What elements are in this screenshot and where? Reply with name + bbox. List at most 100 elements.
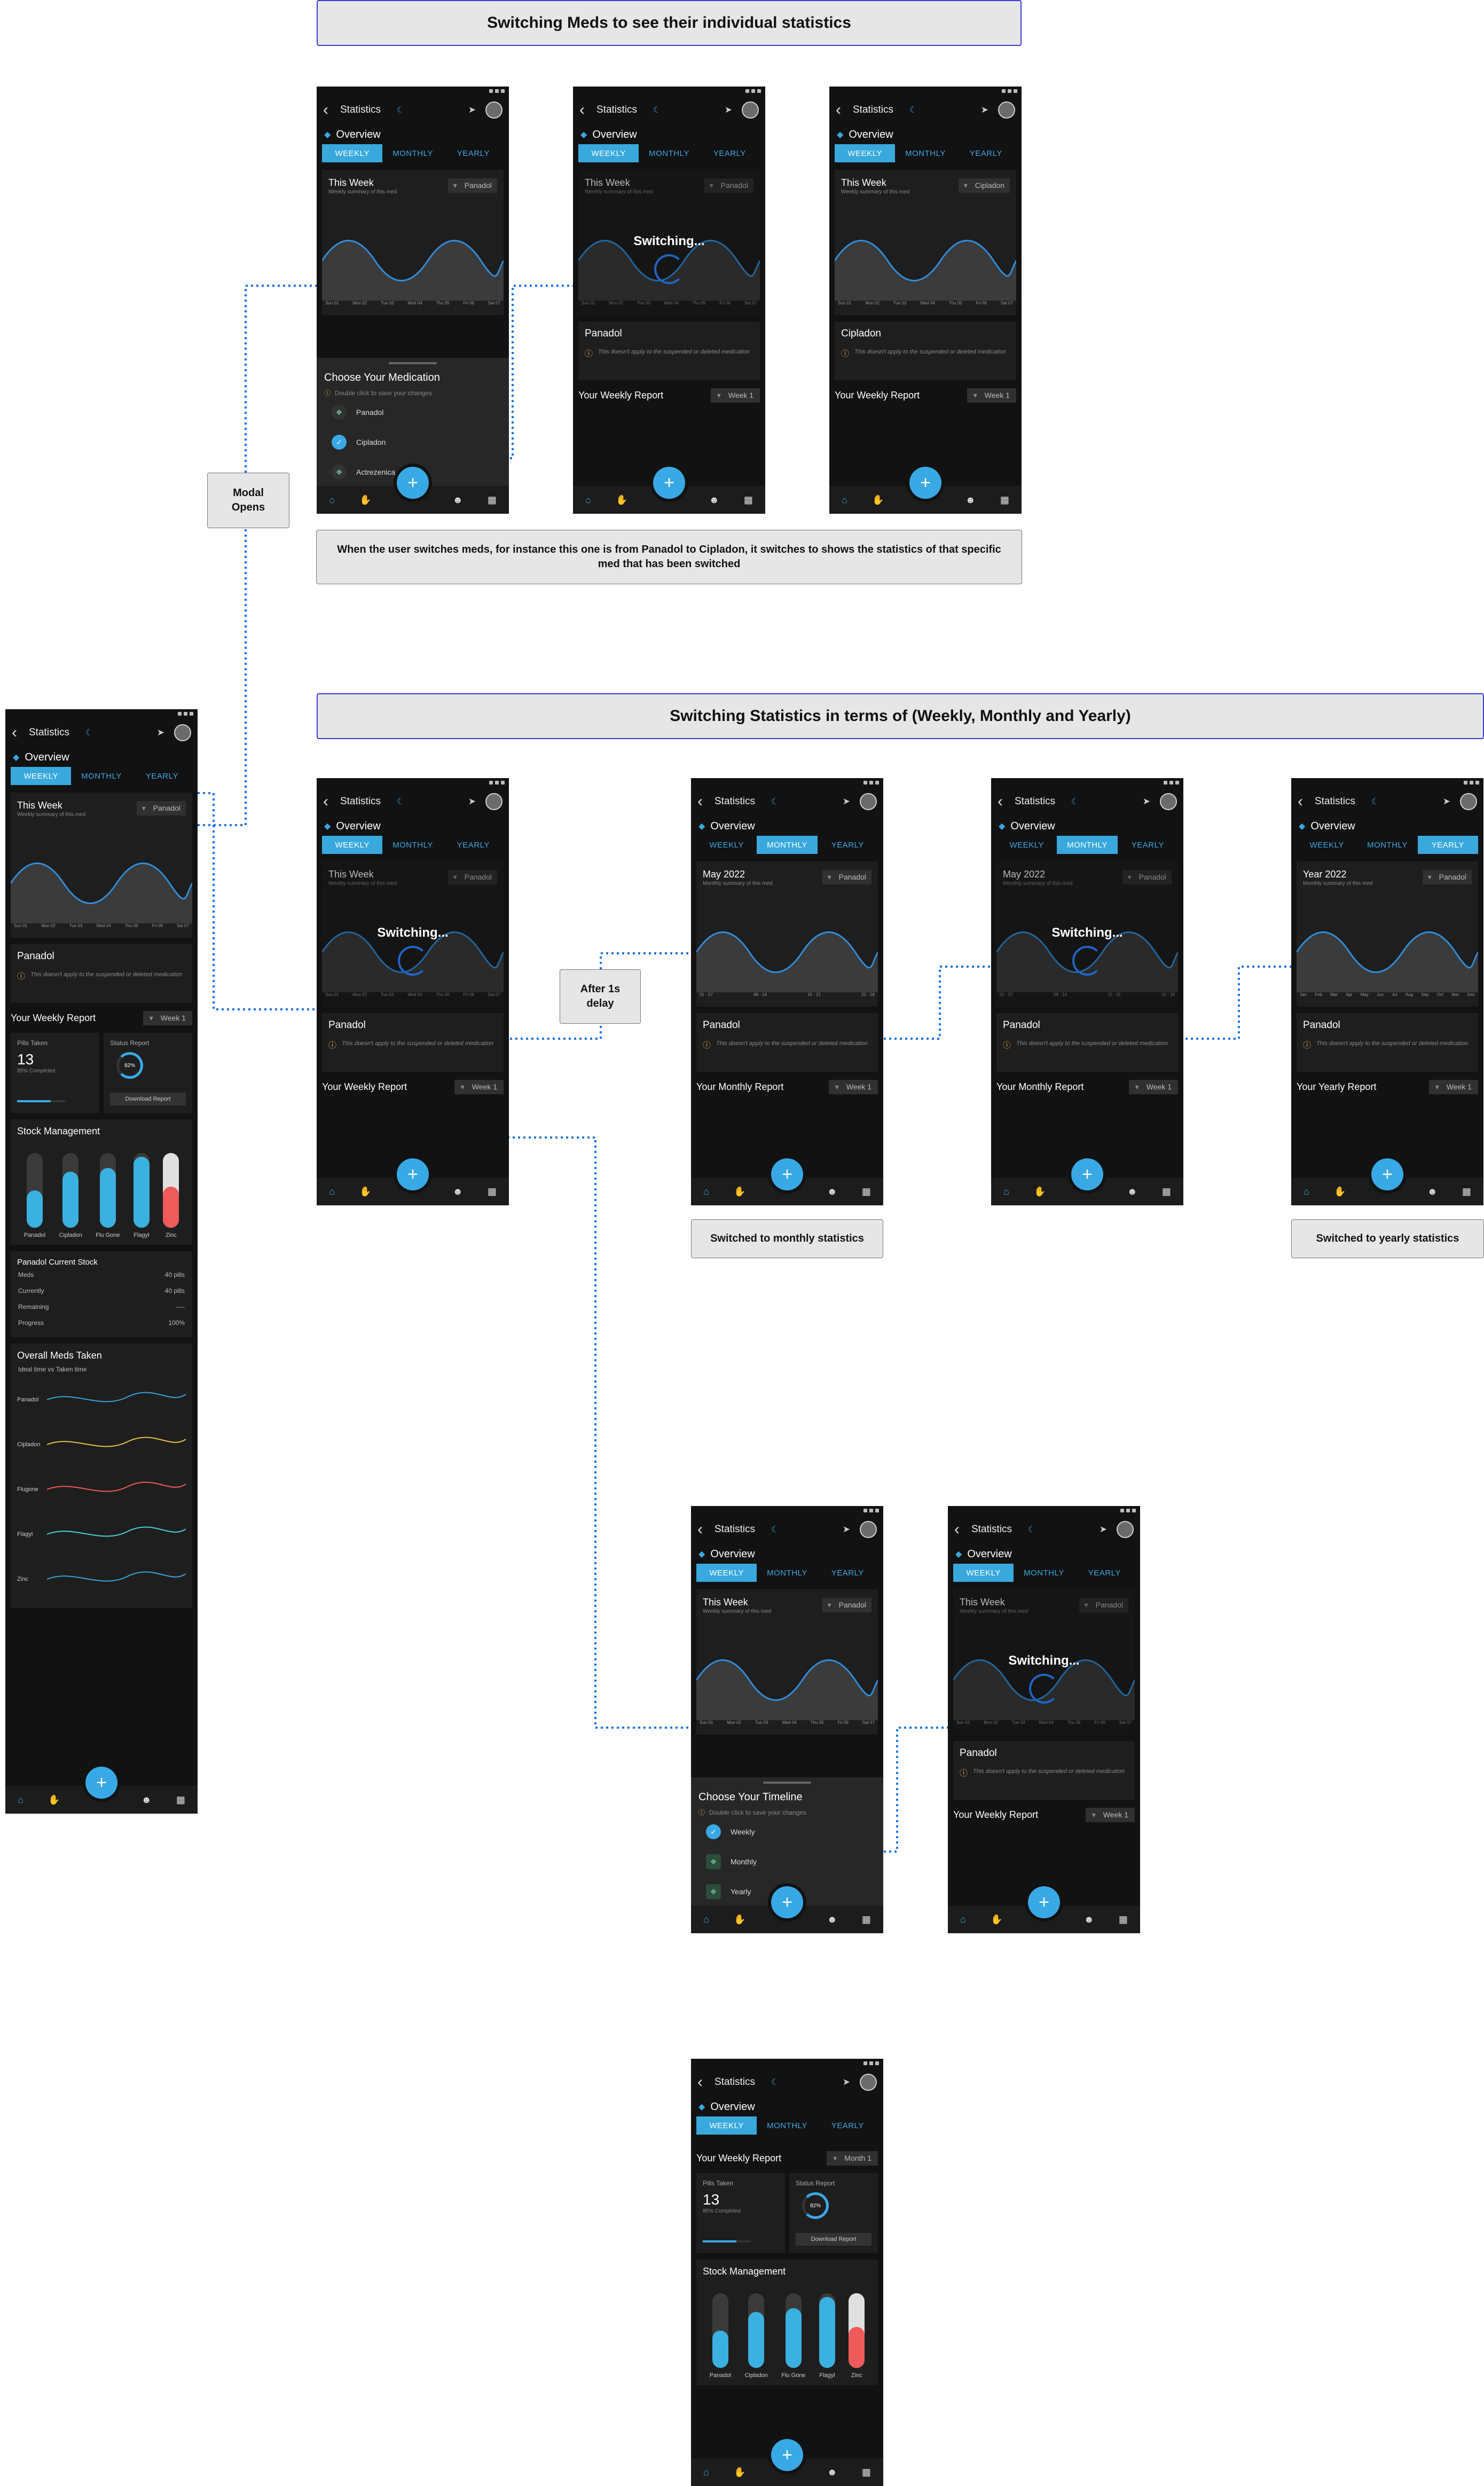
moon-icon[interactable]: ☾ <box>771 2077 779 2088</box>
hand-icon[interactable]: ✋ <box>872 495 884 506</box>
modal-option[interactable]: ✓ Cipladon <box>324 427 501 457</box>
share-icon[interactable]: ➤ <box>843 1524 850 1535</box>
tab-period[interactable]: YEARLY <box>956 144 1016 162</box>
period-dropdown[interactable]: Month 1 <box>827 2151 878 2166</box>
modal-option[interactable]: ✓ Weekly <box>698 1817 876 1847</box>
hand-icon[interactable]: ✋ <box>48 1794 60 1806</box>
hand-icon[interactable]: ✋ <box>1334 1186 1346 1197</box>
tab-period[interactable]: WEEKLY <box>578 144 639 162</box>
med-dropdown[interactable]: Panadol <box>136 801 186 815</box>
avatar[interactable] <box>860 2074 877 2091</box>
avatar[interactable] <box>174 724 191 741</box>
tab-period[interactable]: YEARLY <box>1074 1564 1135 1582</box>
period-dropdown[interactable]: Week 1 <box>1128 1079 1178 1094</box>
add-button[interactable]: + <box>1071 1158 1103 1190</box>
moon-icon[interactable]: ☾ <box>85 727 93 738</box>
share-icon[interactable]: ➤ <box>468 796 476 807</box>
add-button[interactable]: + <box>909 467 941 499</box>
moon-icon[interactable]: ☾ <box>909 105 917 115</box>
back-icon[interactable]: ‹ <box>323 794 335 810</box>
share-icon[interactable]: ➤ <box>1443 796 1450 807</box>
tab-period[interactable]: WEEKLY <box>11 767 72 785</box>
home-icon[interactable]: ⌂ <box>329 1186 335 1197</box>
add-button[interactable]: + <box>1028 1886 1060 1918</box>
add-button[interactable]: + <box>771 1886 803 1918</box>
share-icon[interactable]: ➤ <box>157 727 164 738</box>
tab-period[interactable]: YEARLY <box>1118 836 1178 854</box>
period-dropdown[interactable]: Week 1 <box>967 388 1016 403</box>
drag-handle[interactable] <box>763 1782 811 1784</box>
tab-period[interactable]: MONTHLY <box>71 767 131 785</box>
calendar-icon[interactable]: ▦ <box>488 1186 497 1197</box>
tab-period[interactable]: YEARLY <box>700 144 760 162</box>
download-report-button[interactable]: Download Report <box>796 2233 871 2246</box>
avatar[interactable] <box>1117 1521 1134 1538</box>
med-dropdown[interactable]: Cipladon <box>958 178 1010 193</box>
period-dropdown[interactable]: Week 1 <box>143 1010 192 1025</box>
calendar-icon[interactable]: ▦ <box>488 495 497 506</box>
users-icon[interactable]: ☻ <box>827 1914 837 1925</box>
back-icon[interactable]: ‹ <box>998 794 1009 810</box>
moon-icon[interactable]: ☾ <box>1071 796 1079 807</box>
tab-period[interactable]: MONTHLY <box>382 836 443 854</box>
tab-period[interactable]: WEEKLY <box>1297 836 1357 854</box>
avatar[interactable] <box>860 793 877 810</box>
add-button[interactable]: + <box>85 1767 117 1799</box>
home-icon[interactable]: ⌂ <box>1003 1186 1009 1197</box>
calendar-icon[interactable]: ▦ <box>1462 1186 1471 1197</box>
home-icon[interactable]: ⌂ <box>329 495 335 506</box>
back-icon[interactable]: ‹ <box>836 102 847 118</box>
add-button[interactable]: + <box>653 467 685 499</box>
back-icon[interactable]: ‹ <box>954 1522 966 1538</box>
moon-icon[interactable]: ☾ <box>771 1524 779 1535</box>
avatar[interactable] <box>860 1521 877 1538</box>
tab-period[interactable]: MONTHLY <box>382 144 443 162</box>
tab-period[interactable]: YEARLY <box>818 1564 878 1582</box>
moon-icon[interactable]: ☾ <box>1028 1524 1035 1535</box>
moon-icon[interactable]: ☾ <box>397 796 404 807</box>
tab-period[interactable]: YEARLY <box>818 836 878 854</box>
share-icon[interactable]: ➤ <box>981 105 988 115</box>
calendar-icon[interactable]: ▦ <box>1119 1914 1128 1925</box>
back-icon[interactable]: ‹ <box>1298 794 1309 810</box>
share-icon[interactable]: ➤ <box>843 796 850 807</box>
tab-period[interactable]: MONTHLY <box>757 836 818 854</box>
tab-period[interactable]: MONTHLY <box>639 144 699 162</box>
share-icon[interactable]: ➤ <box>468 105 476 115</box>
home-icon[interactable]: ⌂ <box>960 1914 966 1925</box>
add-button[interactable]: + <box>397 1158 429 1190</box>
home-icon[interactable]: ⌂ <box>703 2467 709 2478</box>
tab-period[interactable]: YEARLY <box>1417 836 1478 854</box>
tab-period[interactable]: WEEKLY <box>996 836 1057 854</box>
add-button[interactable]: + <box>771 1158 803 1190</box>
back-icon[interactable]: ‹ <box>697 1522 709 1538</box>
tab-period[interactable]: WEEKLY <box>696 836 757 854</box>
users-icon[interactable]: ☻ <box>1084 1914 1094 1925</box>
avatar[interactable] <box>485 101 502 119</box>
back-icon[interactable]: ‹ <box>323 102 335 118</box>
home-icon[interactable]: ⌂ <box>842 495 847 506</box>
home-icon[interactable]: ⌂ <box>1304 1186 1309 1197</box>
drag-handle[interactable] <box>389 362 437 364</box>
users-icon[interactable]: ☻ <box>1127 1186 1137 1197</box>
tab-period[interactable]: WEEKLY <box>322 836 383 854</box>
calendar-icon[interactable]: ▦ <box>744 495 753 506</box>
modal-option[interactable]: ❖ Panadol <box>324 397 501 427</box>
tab-period[interactable]: YEARLY <box>443 836 504 854</box>
users-icon[interactable]: ☻ <box>453 1186 463 1197</box>
tab-period[interactable]: MONTHLY <box>757 2116 817 2135</box>
tab-period[interactable]: MONTHLY <box>757 1564 817 1582</box>
med-dropdown[interactable]: Panadol <box>822 1598 871 1612</box>
share-icon[interactable]: ➤ <box>1100 1524 1107 1535</box>
tab-period[interactable]: YEARLY <box>818 2116 878 2135</box>
period-dropdown[interactable]: Week 1 <box>1085 1807 1135 1822</box>
period-dropdown[interactable]: Week 1 <box>1428 1079 1478 1094</box>
users-icon[interactable]: ☻ <box>142 1794 152 1806</box>
back-icon[interactable]: ‹ <box>697 2074 709 2090</box>
tab-period[interactable]: MONTHLY <box>1014 1564 1074 1582</box>
hand-icon[interactable]: ✋ <box>734 1914 745 1925</box>
calendar-icon[interactable]: ▦ <box>862 2467 871 2478</box>
users-icon[interactable]: ☻ <box>827 2467 837 2478</box>
back-icon[interactable]: ‹ <box>579 102 591 118</box>
moon-icon[interactable]: ☾ <box>653 105 661 115</box>
